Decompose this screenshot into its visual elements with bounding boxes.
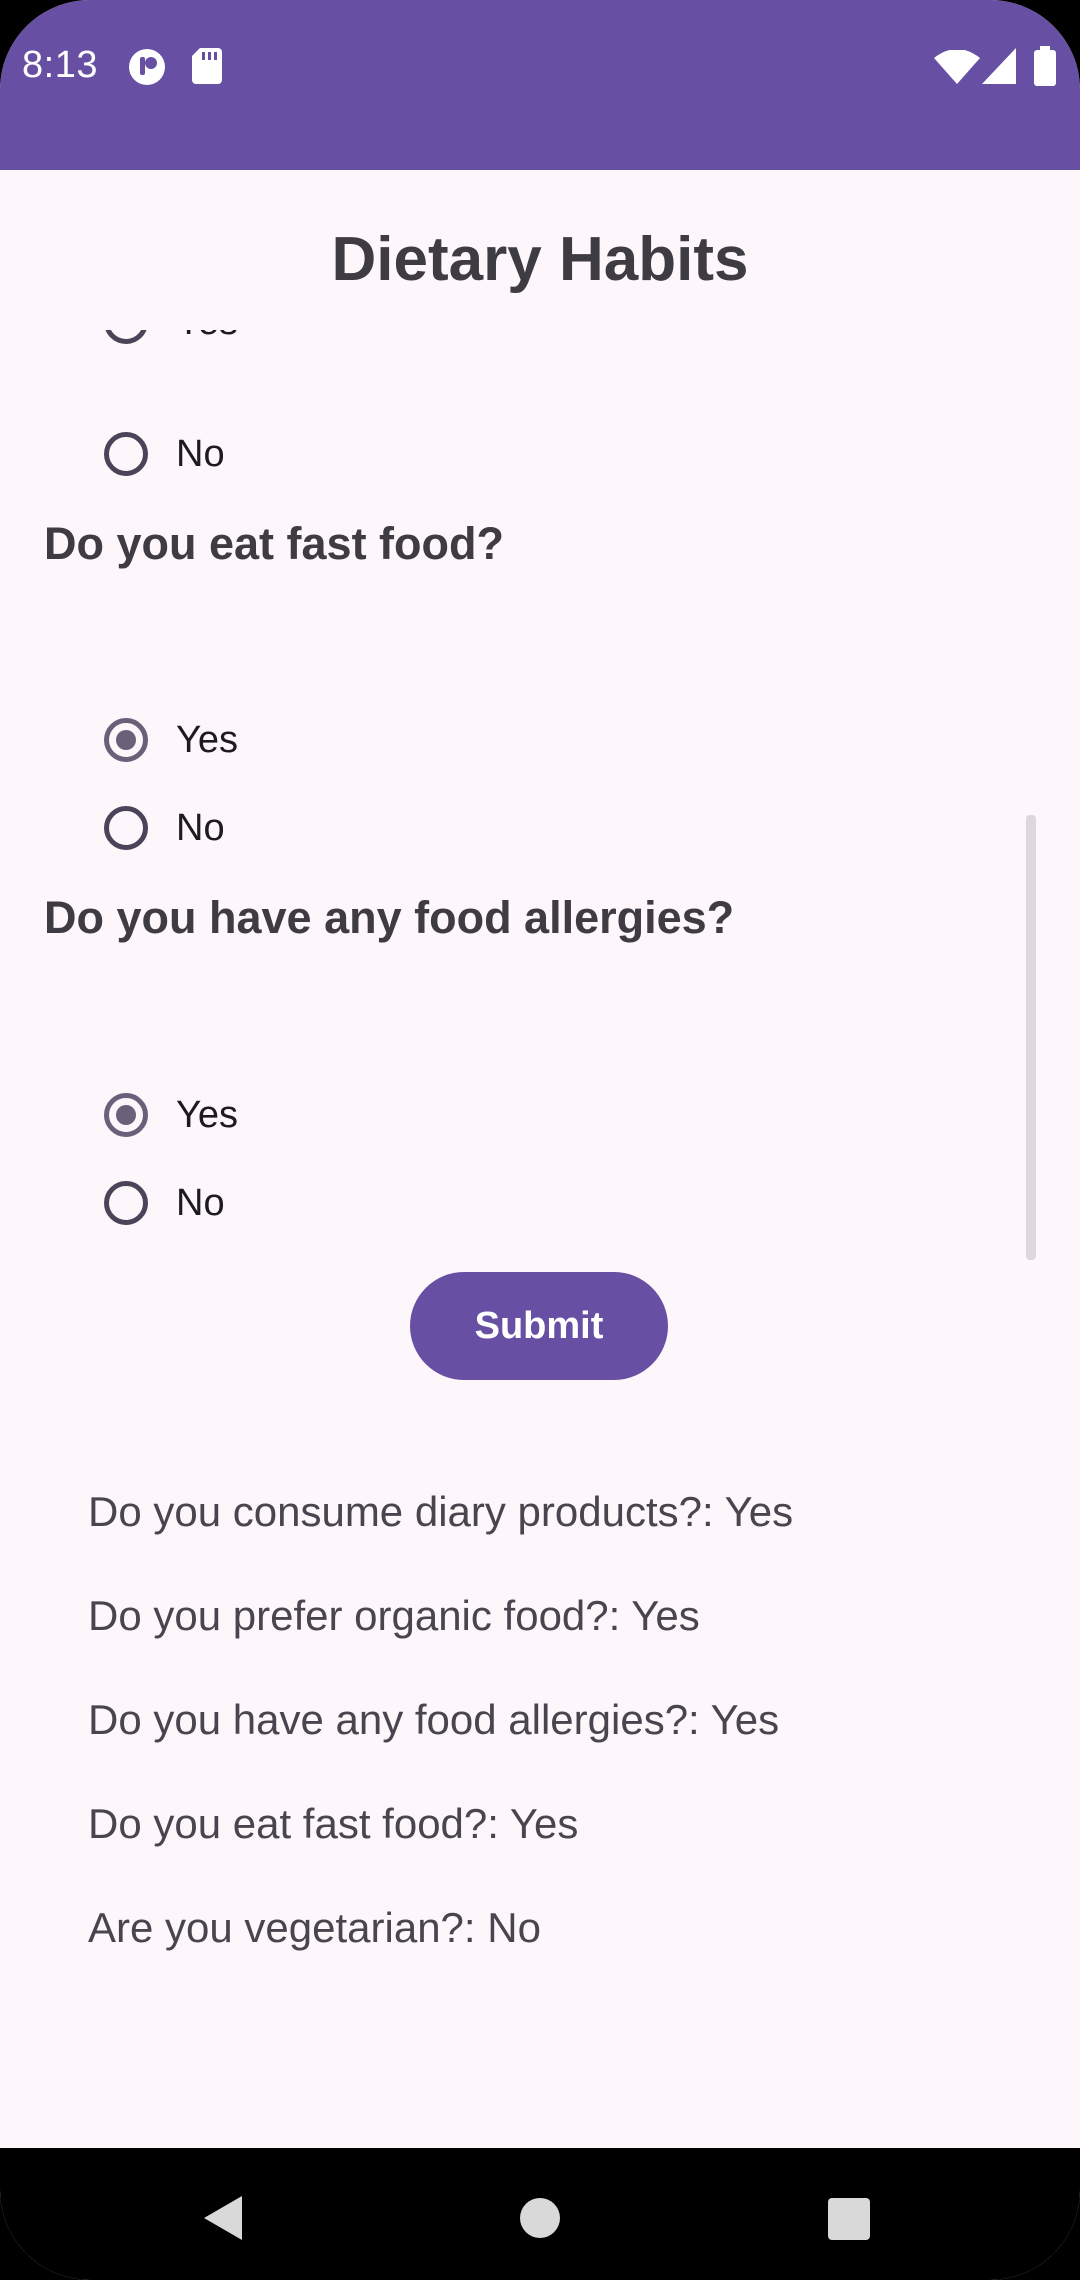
radio-option-partial-yes[interactable]: Yes	[104, 330, 238, 352]
home-icon[interactable]	[520, 2198, 560, 2238]
radio-label: Yes	[176, 330, 238, 344]
radio-label: Yes	[176, 718, 238, 761]
sd-card-icon	[192, 48, 222, 84]
radio-option-fast-food-yes[interactable]: Yes	[104, 710, 238, 770]
notification-app-icon	[129, 49, 165, 85]
navigation-bar	[0, 2148, 1080, 2280]
question-fast-food: Do you eat fast food?	[44, 518, 504, 569]
scrollbar[interactable]	[1026, 815, 1036, 1260]
result-line: Do you have any food allergies?: Yes	[88, 1696, 780, 1743]
radio-button[interactable]	[104, 1181, 148, 1225]
wifi-icon	[934, 50, 980, 84]
radio-label: No	[176, 806, 225, 849]
radio-option-allergies-no[interactable]: No	[104, 1173, 225, 1233]
radio-button-checked[interactable]	[104, 718, 148, 762]
page-title: Dietary Habits	[331, 225, 749, 294]
result-line: Do you eat fast food?: Yes	[88, 1800, 579, 1847]
status-time: 8:13	[22, 44, 98, 86]
radio-label: Yes	[176, 1093, 238, 1136]
radio-button[interactable]	[104, 806, 148, 850]
battery-icon	[1034, 46, 1056, 86]
cell-signal-icon	[982, 48, 1016, 84]
form-scroll-area[interactable]: Yes No Do you eat fast food? Yes No Do y…	[0, 330, 1080, 1270]
radio-option-allergies-yes[interactable]: Yes	[104, 1085, 238, 1145]
radio-button[interactable]	[104, 330, 148, 344]
radio-option-fast-food-no[interactable]: No	[104, 798, 225, 858]
app-screen: 8:13 Dietary Habits Yes	[0, 0, 1080, 2280]
submit-button[interactable]: Submit	[410, 1272, 668, 1380]
status-bar: 8:13	[0, 0, 1080, 170]
result-line: Do you prefer organic food?: Yes	[88, 1592, 700, 1639]
radio-button[interactable]	[104, 432, 148, 476]
radio-option-partial-no[interactable]: No	[104, 424, 225, 484]
radio-button-checked[interactable]	[104, 1093, 148, 1137]
recents-icon[interactable]	[828, 2198, 870, 2240]
radio-label: No	[176, 432, 225, 475]
question-food-allergies: Do you have any food allergies?	[44, 892, 735, 943]
radio-label: No	[176, 1181, 225, 1224]
result-line: Do you consume diary products?: Yes	[88, 1488, 794, 1535]
result-line: Are you vegetarian?: No	[88, 1904, 541, 1951]
back-icon[interactable]	[204, 2196, 242, 2240]
